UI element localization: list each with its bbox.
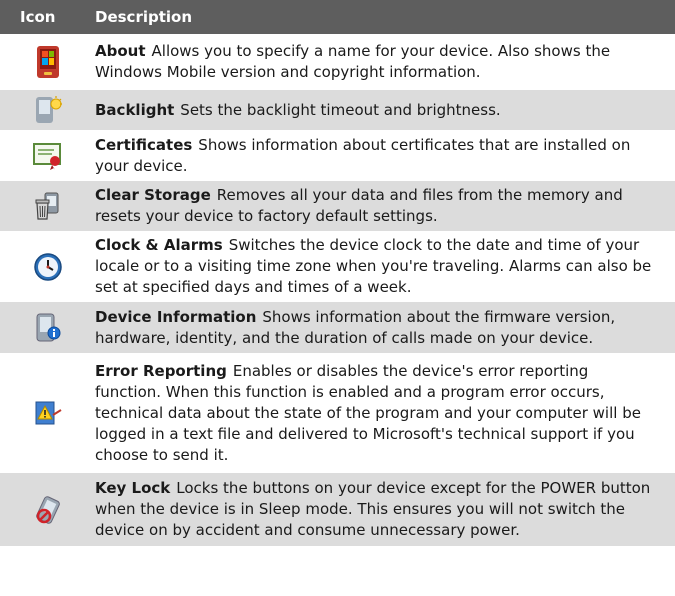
row-name: Clear Storage bbox=[95, 186, 211, 204]
header-description: Description bbox=[95, 8, 193, 26]
row-name: Backlight bbox=[95, 100, 175, 119]
table-row: Clock & Alarms Switches the device clock … bbox=[0, 231, 675, 302]
row-name: Device Information bbox=[95, 307, 257, 326]
table-row: Backlight Sets the backlight timeout and … bbox=[0, 90, 675, 130]
row-text: Locks the buttons on your device except … bbox=[95, 479, 651, 539]
clear-storage-icon bbox=[0, 191, 95, 221]
key-lock-icon bbox=[0, 495, 95, 525]
table-header: Icon Description bbox=[0, 0, 675, 34]
backlight-icon bbox=[0, 95, 95, 125]
table-row: About Allows you to specify a name for yo… bbox=[0, 34, 675, 90]
row-name: Key Lock bbox=[95, 479, 171, 497]
row-text: Allows you to specify a name for your de… bbox=[95, 42, 611, 81]
error-reporting-icon bbox=[0, 399, 95, 427]
certificates-icon bbox=[0, 141, 95, 171]
table-row: Error Reporting Enables or disables the d… bbox=[0, 353, 675, 473]
table-row: Clear Storage Removes all your data and f… bbox=[0, 181, 675, 231]
row-name: Clock & Alarms bbox=[95, 236, 223, 254]
table-row: Device Information Shows information abou… bbox=[0, 302, 675, 353]
clock-icon bbox=[0, 252, 95, 282]
row-name: Certificates bbox=[95, 135, 193, 154]
table-row: Key Lock Locks the buttons on your device… bbox=[0, 473, 675, 546]
settings-table: Icon Description About Allows you to spec… bbox=[0, 0, 675, 546]
about-icon bbox=[0, 45, 95, 79]
device-information-icon bbox=[0, 312, 95, 344]
row-name: Error Reporting bbox=[95, 361, 227, 380]
row-text: Sets the backlight timeout and brightnes… bbox=[180, 100, 501, 119]
row-name: About bbox=[95, 42, 146, 60]
header-icon: Icon bbox=[20, 8, 56, 26]
table-row: Certificates Shows information about cert… bbox=[0, 130, 675, 181]
